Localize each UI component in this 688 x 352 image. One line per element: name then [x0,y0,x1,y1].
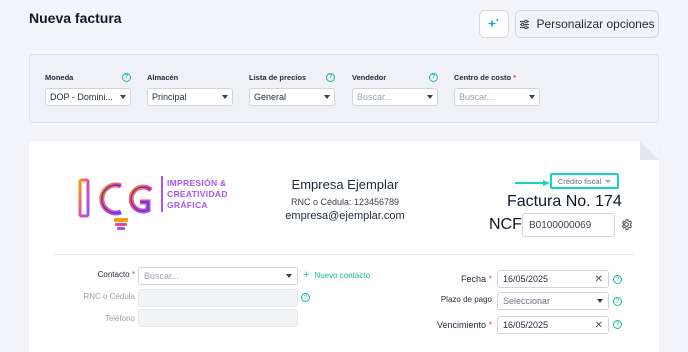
date-value: 16/05/2025 [503,274,549,284]
customize-options-label: Personalizar opciones [536,17,655,31]
due-label-row: Vencimiento * [400,320,492,330]
phone-label: Teléfono [104,314,135,323]
help-icon[interactable]: ? [613,297,622,306]
price-list-label: Lista de precios [249,72,307,82]
required-marker: * [488,274,492,284]
logo-wordmark: IMPRESIÓN & CREATIVIDAD GRÁFICA [167,178,228,211]
company-name: Empresa Ejemplar [291,177,399,192]
ai-assist-button[interactable] [479,10,509,38]
rnc-field[interactable] [138,289,298,307]
seller-select[interactable]: Buscar... [352,88,438,106]
cost-center-select[interactable]: Buscar... [454,88,540,106]
company-rnc: RNC o Cédula: 123456789 [290,197,400,207]
price-list-filter: Lista de precios ? General [249,72,335,106]
customize-options-button[interactable]: Personalizar opciones [515,10,659,38]
contact-placeholder: Buscar... [144,271,180,281]
help-icon[interactable]: ? [613,320,622,329]
arrow-right-icon [515,180,550,186]
due-date-value: 16/05/2025 [503,320,549,330]
clear-icon[interactable]: ✕ [595,274,603,285]
cost-center-filter: Centro de costo * Buscar... [454,72,540,106]
invoice-page: Nueva factura Personalizar opciones Mone… [0,0,688,352]
invoice-type-select[interactable]: Crédito fiscal [550,173,619,189]
chevron-down-icon [597,299,603,303]
invoice-type-value: Crédito fiscal [557,176,602,186]
date-label-row: Fecha * [400,274,492,284]
filters-panel: Moneda ? DOP - Domini... Almacén Princip… [29,54,659,123]
chevron-down-icon [324,95,330,99]
plus-icon: + [303,269,310,281]
help-icon[interactable]: ? [301,293,310,302]
help-icon[interactable]: ? [613,275,622,284]
ncf-label: NCF [489,216,522,233]
help-icon[interactable]: ? [326,72,335,82]
contact-select[interactable]: Buscar... [138,267,298,285]
chevron-down-icon [222,95,228,99]
logo-divider [161,176,163,212]
new-contact-link[interactable]: + Nuevo contacto [303,269,370,281]
cost-center-placeholder: Buscar... [459,92,495,102]
required-marker: * [513,72,517,82]
currency-value: DOP - Domini... [50,92,113,102]
gear-icon[interactable] [620,218,633,231]
rnc-label: RNC o Cédula [83,292,135,301]
logo-line: CREATIVIDAD [167,189,228,199]
page-title: Nueva factura [29,10,122,26]
due-label: Vencimiento [436,320,486,330]
ncf-input[interactable]: B0100000069 [522,213,615,237]
section-divider [54,254,634,255]
sparkle-icon [487,18,500,28]
sliders-icon [520,19,530,29]
contact-label-row: Contacto * [60,270,135,279]
chevron-down-icon [427,95,433,99]
price-list-value: General [254,92,287,102]
currency-select[interactable]: DOP - Domini... [45,88,131,106]
contact-label: Contacto [97,270,130,279]
warehouse-select[interactable]: Principal [147,88,233,106]
new-contact-label: Nuevo contacto [314,270,371,280]
logo-line: GRÁFICA [167,200,208,210]
required-marker: * [488,320,492,330]
chevron-down-icon [529,95,535,99]
due-date-field[interactable]: 16/05/2025 ✕ [497,316,609,334]
warehouse-label: Almacén [147,72,179,82]
warehouse-value: Principal [152,92,187,102]
company-info: Empresa Ejemplar RNC o Cédula: 123456789… [270,177,420,222]
page-fold [640,141,659,160]
required-marker: * [131,270,135,279]
chevron-down-icon [120,95,126,99]
currency-label: Moneda [45,72,74,82]
seller-label: Vendedor [352,72,387,82]
currency-filter: Moneda ? DOP - Domini... [45,72,131,106]
logo-line: IMPRESIÓN & [167,178,227,188]
payment-term-select[interactable]: Seleccionar [497,292,609,310]
date-field[interactable]: 16/05/2025 ✕ [497,270,609,288]
date-label: Fecha [460,274,486,284]
chevron-down-icon [286,274,292,278]
invoice-number: Factura No. 174 [507,193,622,210]
clear-icon[interactable]: ✕ [595,320,603,331]
phone-field[interactable] [138,309,298,327]
payment-term-label: Plazo de pago [440,295,492,304]
payment-term-placeholder: Seleccionar [503,296,551,306]
warehouse-filter: Almacén Principal [147,72,233,106]
price-list-select[interactable]: General [249,88,335,106]
seller-filter: Vendedor ? Buscar... [352,72,438,106]
company-email: empresa@ejemplar.com [285,210,405,222]
chevron-down-icon [605,179,612,183]
cost-center-label: Centro de costo [454,72,512,82]
help-icon[interactable]: ? [122,72,131,82]
help-icon[interactable]: ? [429,72,438,82]
seller-placeholder: Buscar... [357,92,393,102]
